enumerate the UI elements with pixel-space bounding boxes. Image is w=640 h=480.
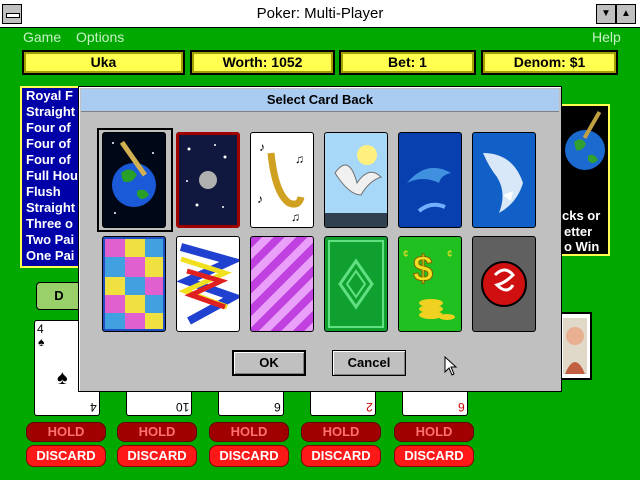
card-back-stained-glass[interactable] — [102, 236, 166, 332]
player-name-box: Uka — [22, 50, 185, 75]
menu-bar: Game Options Help — [0, 28, 640, 47]
card-back-moon-space[interactable] — [176, 132, 240, 228]
maximize-button[interactable]: ▲ — [616, 4, 636, 24]
payout-row: Flush — [26, 184, 61, 199]
menu-options[interactable]: Options — [76, 29, 124, 45]
earth-sword-icon — [112, 140, 156, 214]
svg-text:♫: ♫ — [295, 152, 304, 166]
saxophone-icon: ♪ ♫ ♪ ♫ — [257, 140, 305, 224]
svg-text:¢: ¢ — [403, 249, 409, 260]
player-portrait-icon — [563, 318, 587, 374]
card-rank-bottom: 4 — [90, 400, 97, 414]
denom-box: Denom: $1 — [481, 50, 618, 75]
card-back-shark[interactable] — [472, 132, 536, 228]
card-suit: ♠ — [38, 335, 45, 349]
hold-button-3[interactable]: HOLD — [209, 422, 289, 442]
payout-row: Two Pai — [26, 232, 75, 247]
dolphin-icon — [407, 167, 451, 213]
svg-text:♫: ♫ — [291, 210, 300, 224]
payout-row: Four of — [26, 136, 71, 151]
card-back-saxophone[interactable]: ♪ ♫ ♪ ♫ — [250, 132, 314, 228]
discard-button-5[interactable]: DISCARD — [394, 445, 474, 467]
hold-button-1[interactable]: HOLD — [26, 422, 106, 442]
ok-button[interactable]: OK — [232, 350, 306, 376]
card-back-seagull[interactable] — [324, 132, 388, 228]
deal-button[interactable]: D — [36, 282, 82, 310]
game-info-panel: cks or etter o Win — [556, 104, 610, 256]
card-rank-bottom: 10 — [175, 400, 189, 414]
window-title: Poker: Multi-Player — [256, 5, 384, 22]
discard-button-3[interactable]: DISCARD — [209, 445, 289, 467]
discard-button-2[interactable]: DISCARD — [117, 445, 197, 467]
title-bar: Poker: Multi-Player ▼ ▲ — [0, 0, 640, 28]
shark-icon — [483, 153, 523, 213]
card-rank: 4 — [37, 322, 44, 336]
celtic-knot-icon — [328, 240, 384, 328]
bet-box: Bet: 1 — [339, 50, 476, 75]
hold-button-5[interactable]: HOLD — [394, 422, 474, 442]
payout-row: Full Hou — [26, 168, 78, 183]
discard-button-1[interactable]: DISCARD — [26, 445, 106, 467]
card-rank-bottom: 6 — [274, 400, 281, 414]
info-text-3: o Win — [564, 239, 600, 254]
worth-box: Worth: 1052 — [190, 50, 335, 75]
info-text-2: etter — [564, 224, 593, 239]
zigzag-icon — [177, 243, 239, 325]
moon-space-icon — [186, 144, 227, 208]
svg-text:¢: ¢ — [447, 249, 453, 260]
hold-button-2[interactable]: HOLD — [117, 422, 197, 442]
card-back-snake[interactable] — [472, 236, 536, 332]
money-icon: $ ¢ ¢ — [403, 248, 455, 320]
payout-row: Straight — [26, 104, 76, 119]
card-back-dolphin[interactable] — [398, 132, 462, 228]
info-text-1: cks or — [562, 208, 601, 223]
cancel-button[interactable]: Cancel — [332, 350, 406, 376]
payout-row: Straight — [26, 200, 76, 215]
stained-glass-icon — [105, 239, 163, 329]
card-back-zigzag[interactable] — [176, 236, 240, 332]
svg-text:$: $ — [413, 248, 433, 289]
snake-icon — [481, 261, 527, 307]
payout-row: One Pai — [26, 248, 75, 263]
payout-row: Three o — [26, 216, 73, 231]
minimize-button[interactable]: ▼ — [596, 4, 616, 24]
payout-row: Four of — [26, 120, 71, 135]
card-rank-bottom: 6 — [458, 400, 465, 414]
player-photo — [558, 312, 592, 380]
svg-text:♪: ♪ — [257, 192, 263, 206]
earth-logo-icon — [565, 111, 605, 170]
hold-button-4[interactable]: HOLD — [301, 422, 381, 442]
card-back-earth-sword[interactable] — [102, 132, 166, 228]
seagull-icon — [325, 145, 387, 227]
card-back-celtic-knot[interactable] — [324, 236, 388, 332]
payout-row: Royal F — [26, 88, 73, 103]
menu-help[interactable]: Help — [592, 29, 621, 45]
dialog-title: Select Card Back — [81, 89, 559, 112]
mouse-cursor-icon — [444, 356, 458, 376]
payout-row: Four of — [26, 152, 71, 167]
payout-table: Royal F Straight Four of Four of Four of… — [20, 86, 82, 268]
card-back-money[interactable]: $ ¢ ¢ — [398, 236, 462, 332]
card-pip: ♠ — [57, 367, 68, 389]
svg-text:♪: ♪ — [259, 140, 265, 154]
card-back-purple-stripes[interactable] — [250, 236, 314, 332]
card-rank-bottom: 2 — [366, 400, 373, 414]
menu-game[interactable]: Game — [23, 29, 61, 45]
discard-button-4[interactable]: DISCARD — [301, 445, 381, 467]
